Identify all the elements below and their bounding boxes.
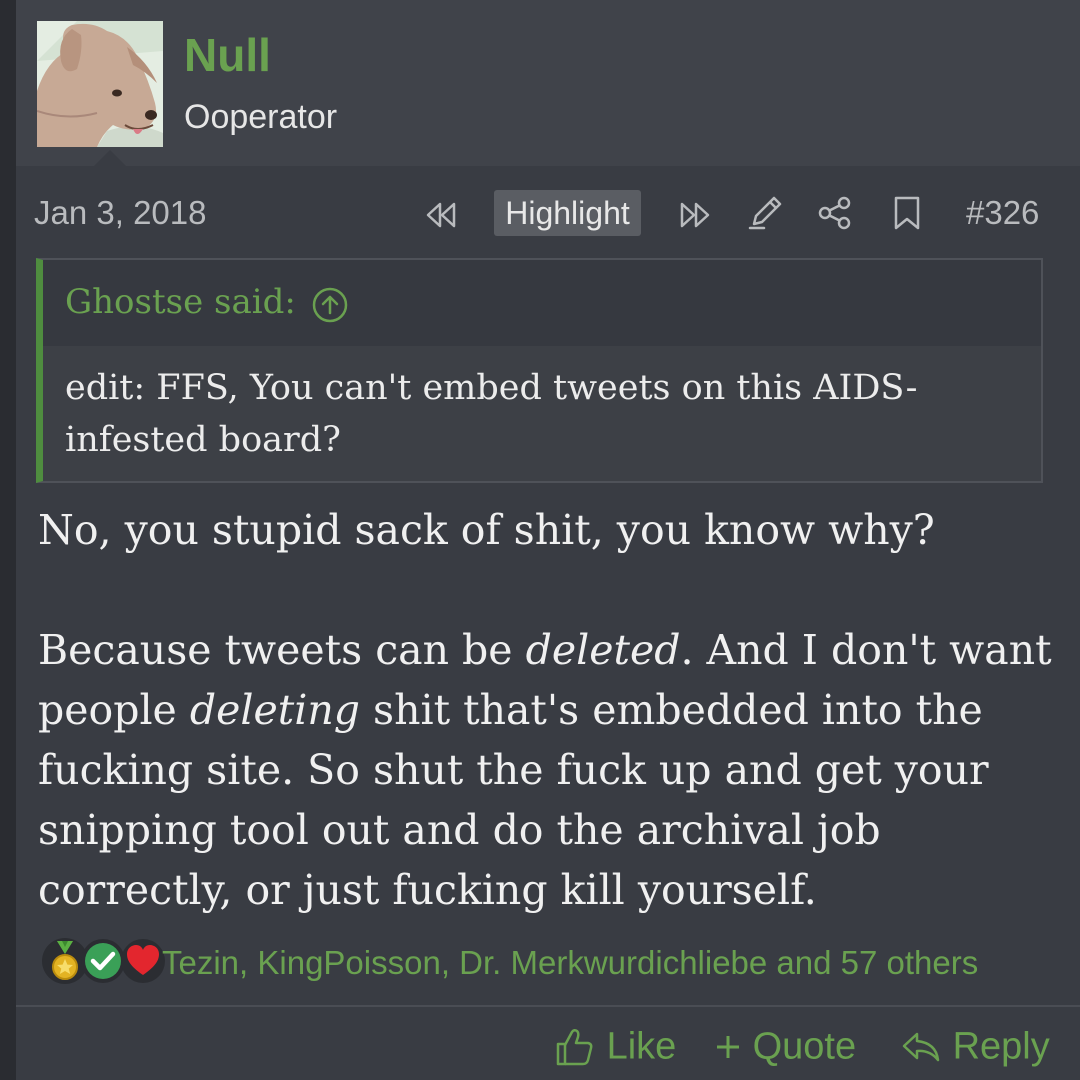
reply-button[interactable]: Reply <box>900 1024 1050 1068</box>
avatar[interactable] <box>37 21 163 147</box>
reply-label: Reply <box>952 1025 1050 1068</box>
highlight-button[interactable]: Highlight <box>494 190 641 236</box>
like-label: Like <box>606 1025 677 1068</box>
post-number-link[interactable]: #326 <box>966 194 1039 232</box>
reaction-icons[interactable] <box>42 936 168 988</box>
quote-label: Quote <box>752 1025 857 1068</box>
user-header: Null Ooperator <box>16 0 1080 166</box>
page: Null Ooperator Jan 3, 2018 Highlight #32… <box>0 0 1080 1080</box>
heart-icon <box>120 938 166 984</box>
share-icon[interactable] <box>816 194 854 237</box>
quote-button[interactable]: Quote <box>714 1024 856 1068</box>
post-body: No, you stupid sack of shit, you know wh… <box>38 500 1068 920</box>
reply-arrow-icon <box>902 1032 940 1062</box>
quote-author[interactable]: Ghostse said: <box>65 282 296 322</box>
header-caret <box>94 150 126 166</box>
body-paragraph-1: No, you stupid sack of shit, you know wh… <box>38 506 935 554</box>
quote-text: edit: FFS, You can't embed tweets on thi… <box>65 368 918 460</box>
thumbs-up-icon <box>556 1028 593 1066</box>
body-paragraph-2: Because tweets can be deleted. And I don… <box>38 620 1068 920</box>
arrow-up-circle-icon[interactable] <box>311 286 349 329</box>
bookmark-icon[interactable] <box>890 194 924 237</box>
double-chevron-right-icon[interactable] <box>676 196 714 239</box>
pencil-icon[interactable] <box>746 192 786 237</box>
emphasis-text: deleting <box>189 686 360 734</box>
reactors-list-link[interactable]: Tezin, KingPoisson, Dr. Merkwurdichliebe… <box>162 944 978 982</box>
emphasis-text: deleted <box>525 626 681 674</box>
forum-post: Null Ooperator Jan 3, 2018 Highlight #32… <box>16 0 1080 1080</box>
dog-avatar-image <box>37 21 163 147</box>
left-rail <box>0 0 16 1080</box>
double-chevron-left-icon[interactable] <box>422 196 460 239</box>
quote-block: Ghostse said: edit: FFS, You can't embed… <box>36 258 1043 483</box>
plus-icon <box>717 1035 739 1058</box>
username[interactable]: Null <box>184 28 271 82</box>
body-text: Because tweets can be <box>38 626 526 674</box>
footer-divider <box>16 1005 1080 1007</box>
like-button[interactable]: Like <box>554 1024 676 1068</box>
user-title: Ooperator <box>184 98 338 136</box>
post-date[interactable]: Jan 3, 2018 <box>34 194 206 232</box>
